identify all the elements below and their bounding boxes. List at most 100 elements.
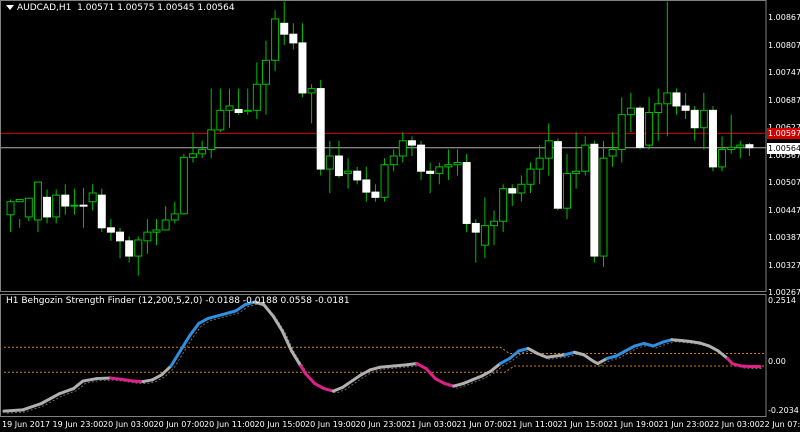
indicator-segment — [2, 408, 25, 413]
candle-body — [152, 229, 161, 233]
indicator-segment — [21, 402, 43, 412]
candle-body — [189, 153, 197, 158]
candle-body — [179, 156, 188, 215]
candle-body — [718, 148, 727, 168]
indicator-segment — [461, 378, 474, 386]
indicator-segment — [331, 385, 345, 393]
candle-body — [617, 114, 626, 150]
indicator-segment — [271, 314, 284, 333]
candle-body — [234, 108, 243, 114]
time-axis-label: 21 Jun 03:00 — [406, 420, 457, 429]
indicator-axis-label: 0.00 — [768, 357, 786, 367]
indicator-axis-label: 0.2514 — [768, 296, 796, 305]
candle-body — [708, 109, 717, 168]
indicator-segment — [95, 376, 113, 381]
price-axis-label: 1.00507 — [768, 178, 800, 187]
ohlc-values: 1.00571 1.00575 1.00545 1.00564 — [77, 3, 235, 13]
indicator-segment — [614, 349, 627, 358]
candle-body — [480, 225, 489, 246]
chart-frame — [0, 0, 767, 417]
candle-body — [690, 109, 699, 129]
indicator-segment — [651, 340, 665, 348]
candle-body — [663, 92, 672, 105]
candle-body — [243, 109, 252, 112]
price-axis-label: 1.00747 — [768, 68, 800, 77]
candle-body — [736, 144, 745, 148]
price-axis-label: 1.00387 — [768, 233, 800, 242]
upper-level-line — [4, 346, 765, 354]
candle-body — [97, 194, 106, 229]
candle-body — [426, 170, 435, 174]
candle-body — [553, 141, 562, 209]
candle-body — [325, 155, 334, 170]
signal-line — [6, 303, 763, 414]
time-axis-label: 20 Jun 07:00 — [153, 420, 205, 429]
candle-body — [417, 144, 426, 172]
candle-body — [645, 112, 654, 146]
chart-title[interactable]: AUDCAD,H1 1.00571 1.00575 1.00545 1.0056… — [6, 3, 235, 14]
candle-body — [6, 201, 15, 216]
chart-canvas[interactable] — [0, 0, 800, 432]
price-axis-label: 1.00807 — [768, 40, 800, 50]
time-axis-label: 19 Jun 23:00 — [52, 420, 104, 429]
candle-body — [471, 222, 480, 233]
candle-body — [508, 188, 517, 194]
time-axis-label: 20 Jun 11:00 — [204, 420, 255, 429]
indicator-segment — [424, 367, 437, 381]
time-axis-label: 20 Jun 15:00 — [254, 420, 306, 429]
candle-body — [462, 162, 471, 224]
price-axis-label: 1.00447 — [768, 205, 800, 215]
indicator-segment — [303, 372, 317, 386]
candle-body — [398, 140, 407, 157]
candle-body — [43, 196, 52, 218]
candle-body — [252, 83, 261, 111]
indicator-segment — [392, 363, 410, 368]
candle-body — [216, 109, 225, 131]
price-tag-bid: 1.00564 — [767, 142, 800, 154]
candle-body — [24, 197, 33, 218]
candle-body — [198, 148, 207, 155]
indicator-segment — [169, 349, 182, 368]
candle-body — [280, 22, 289, 35]
indicator-segment — [206, 313, 224, 320]
candle-body — [52, 194, 61, 218]
symbol-timeframe: AUDCAD,H1 — [17, 3, 72, 13]
candle-body — [535, 157, 544, 170]
indicator-segment — [341, 379, 354, 389]
candle-body — [125, 240, 134, 257]
indicator-segment — [489, 362, 502, 373]
candle-body — [106, 227, 115, 233]
candle-body — [572, 170, 581, 174]
candle-body — [353, 170, 362, 181]
time-axis-label: 20 Jun 19:00 — [305, 420, 356, 429]
candle-body — [699, 109, 708, 129]
time-axis-label: 20 Jun 03:00 — [103, 420, 154, 429]
time-axis-label: 19 Jun 2017 — [2, 420, 51, 429]
candle-body — [563, 172, 571, 209]
price-pane-border — [0, 0, 767, 292]
candle-body — [371, 191, 380, 198]
candle-body — [271, 18, 280, 61]
price-axis-label: 1.00687 — [768, 95, 800, 105]
indicator-segment — [470, 374, 484, 382]
candle-body — [444, 164, 453, 168]
dropdown-icon[interactable] — [6, 5, 14, 10]
time-axis-label: 21 Jun 11:00 — [507, 420, 558, 429]
candle-body — [499, 188, 508, 222]
candle-body — [389, 155, 398, 166]
candle-body — [635, 107, 644, 148]
candle-body — [225, 105, 234, 111]
candle-body — [334, 155, 343, 177]
price-axis-label: 1.00867 — [768, 13, 800, 22]
indicator-segment — [508, 349, 521, 361]
indicator-segment — [415, 362, 428, 371]
time-axis-label: 21 Jun 07:00 — [456, 420, 508, 429]
candle-body — [88, 192, 97, 203]
time-axis-label: 21 Jun 19:00 — [608, 420, 659, 429]
indicator-values: -0.0188 -0.0188 0.0558 -0.0181 — [205, 296, 350, 306]
candle-body — [261, 59, 270, 85]
indicator-segment — [188, 321, 201, 338]
indicator-segment — [378, 364, 396, 369]
indicator-segment — [118, 377, 136, 383]
candle-body — [307, 88, 316, 94]
